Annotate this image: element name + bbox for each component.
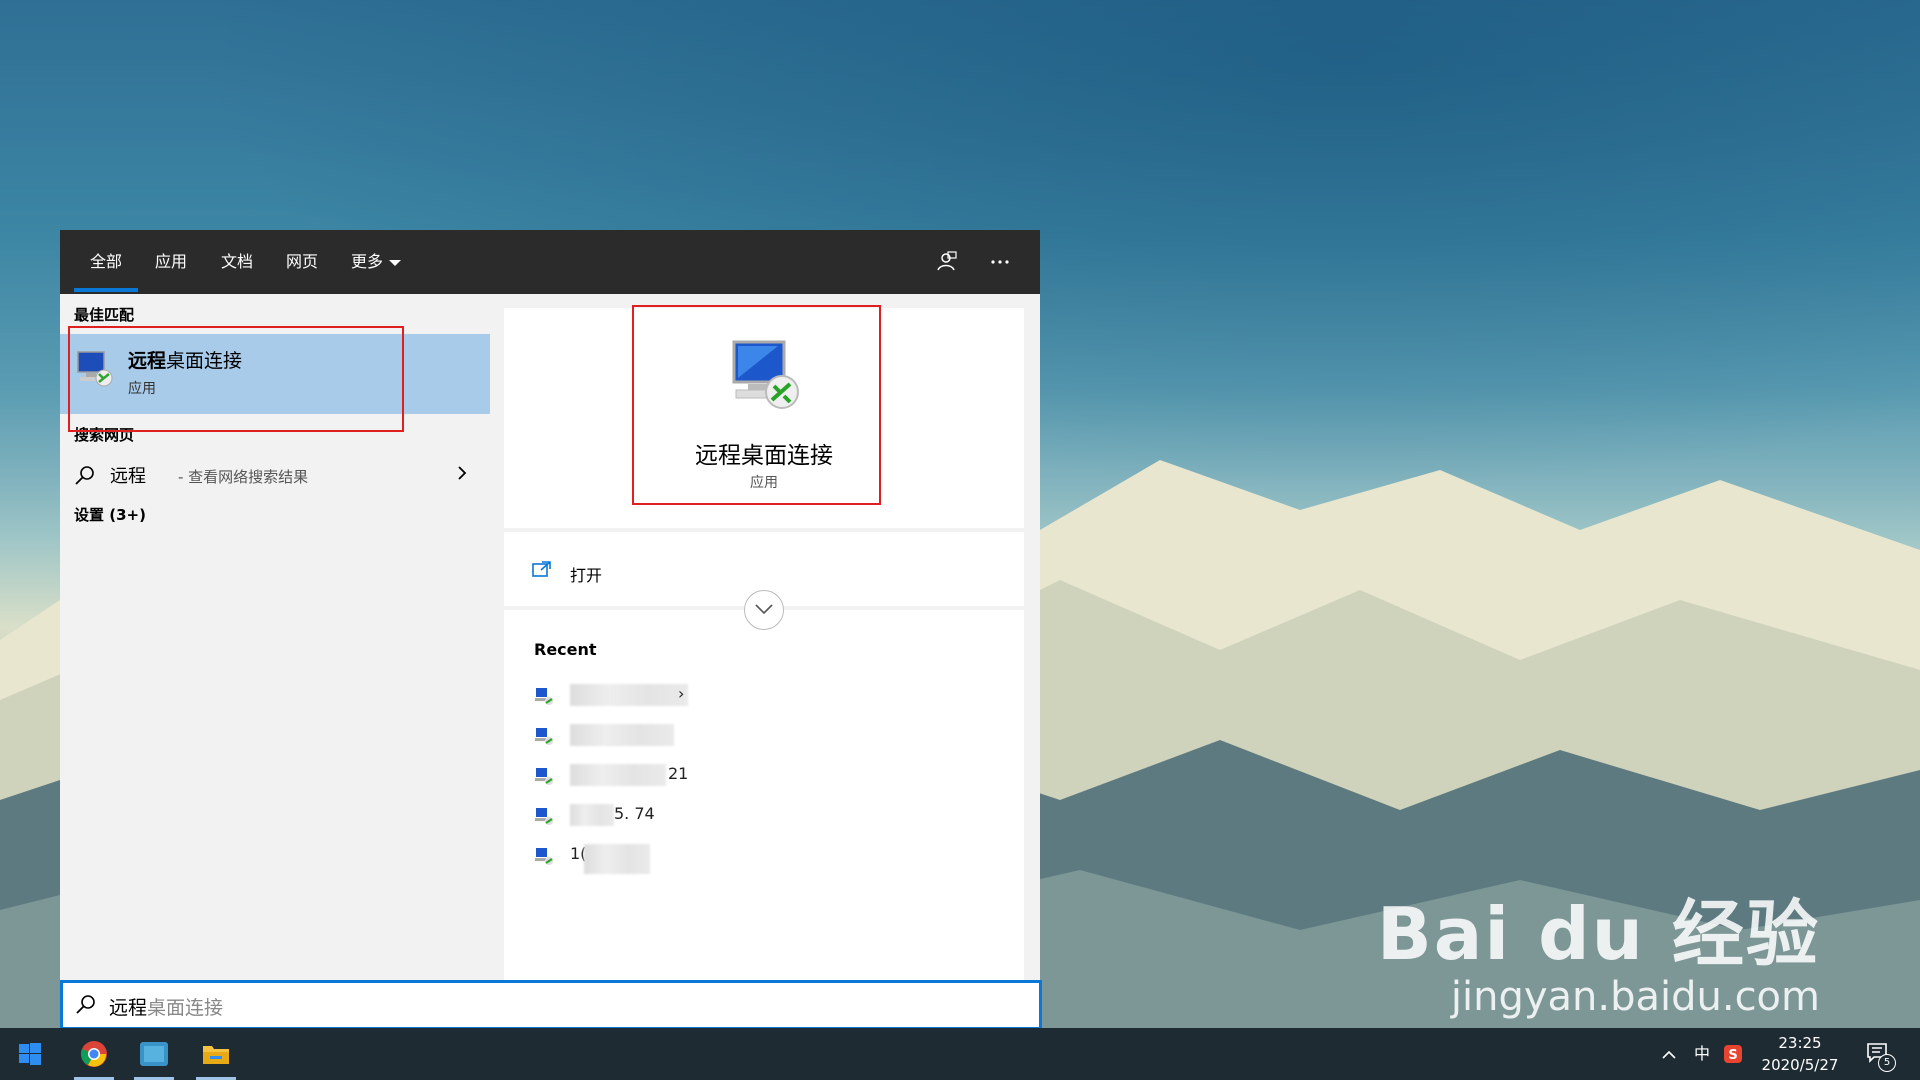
redacted-address xyxy=(570,804,614,826)
recent-header: Recent xyxy=(534,640,597,659)
sogou-input-icon[interactable]: S xyxy=(1722,1028,1744,1080)
best-match-item[interactable]: 远程桌面连接 应用 xyxy=(60,334,490,414)
remote-desktop-icon xyxy=(535,848,553,865)
tab-more[interactable]: 更多 xyxy=(351,230,402,294)
feedback-icon[interactable] xyxy=(934,250,958,274)
watermark-url: jingyan.baidu.com xyxy=(1450,974,1820,1020)
remote-desktop-icon xyxy=(535,688,553,705)
best-match-title: 远程桌面连接 xyxy=(128,350,243,372)
search-icon xyxy=(76,995,95,1014)
app-icon xyxy=(140,1042,168,1066)
recent-item-text: › xyxy=(678,684,685,703)
redacted-address xyxy=(584,844,650,874)
web-search-hint: - 查看网络搜索结果 xyxy=(178,468,309,486)
clock-date: 2020/5/27 xyxy=(1761,1056,1839,1074)
chrome-icon xyxy=(80,1041,107,1067)
taskbar-file-explorer[interactable] xyxy=(186,1028,246,1080)
tab-all[interactable]: 全部 xyxy=(73,230,139,294)
open-label: 打开 xyxy=(570,566,603,585)
open-action[interactable]: 打开 xyxy=(504,538,1024,598)
remote-desktop-icon xyxy=(732,340,799,409)
redacted-address xyxy=(570,684,688,706)
svg-text:S: S xyxy=(1728,1048,1737,1063)
app-title: 远程桌面连接 xyxy=(695,443,833,469)
folder-icon xyxy=(203,1046,229,1064)
filter-tab-bar: 全部 应用 文档 网页 更多 xyxy=(60,230,1040,294)
watermark-logo: Bai du 经验 xyxy=(1376,892,1820,976)
clock-time: 23:25 xyxy=(1778,1034,1822,1052)
search-input[interactable]: 远程桌面连接 xyxy=(60,980,1042,1030)
expand-button[interactable] xyxy=(744,590,784,630)
search-panel: 全部 应用 文档 网页 更多 最佳匹配 远程桌面连接 应用 搜索网页 远程 - … xyxy=(60,230,1040,1028)
app-subtitle: 应用 xyxy=(750,475,778,491)
tab-web[interactable]: 网页 xyxy=(286,230,318,294)
more-options-icon[interactable] xyxy=(988,250,1012,274)
chevron-down-icon xyxy=(755,604,773,615)
recent-item-text: 5. 74 xyxy=(614,804,655,823)
remote-desktop-icon xyxy=(77,351,113,387)
recent-connection[interactable] xyxy=(534,720,834,750)
recent-connection[interactable]: 1( 3 xyxy=(534,840,834,874)
remote-desktop-icon xyxy=(535,728,553,745)
clock[interactable]: 23:25 2020/5/27 xyxy=(1750,1032,1850,1076)
best-match-header: 最佳匹配 xyxy=(74,306,135,324)
recent-connection[interactable]: › xyxy=(534,680,834,710)
web-search-header: 搜索网页 xyxy=(74,426,135,444)
show-hidden-icons-chevron-icon[interactable] xyxy=(1660,1028,1678,1080)
tab-documents[interactable]: 文档 xyxy=(221,230,253,294)
remote-desktop-icon xyxy=(535,808,553,825)
notification-count-badge: 5 xyxy=(1878,1054,1896,1072)
recent-connection[interactable]: 5. 74 xyxy=(534,800,834,830)
action-center-button[interactable]: 5 xyxy=(1858,1028,1898,1080)
recent-connection[interactable]: 21 xyxy=(534,760,834,790)
results-list: 最佳匹配 远程桌面连接 应用 搜索网页 远程 - 查看网络搜索结果 设置 (3+… xyxy=(60,294,490,1028)
taskbar-app[interactable] xyxy=(124,1028,184,1080)
best-match-subtitle: 应用 xyxy=(128,381,156,397)
taskbar: 中 S 23:25 2020/5/27 5 xyxy=(0,1028,1920,1080)
start-button[interactable] xyxy=(0,1028,60,1080)
taskbar-chrome[interactable] xyxy=(64,1028,124,1080)
divider xyxy=(504,528,1024,532)
chevron-down-icon xyxy=(389,259,402,266)
web-search-result[interactable]: 远程 - 查看网络搜索结果 xyxy=(60,452,490,496)
ime-indicator[interactable]: 中 xyxy=(1690,1028,1714,1080)
open-icon xyxy=(532,561,551,577)
settings-header[interactable]: 设置 (3+) xyxy=(74,504,146,525)
web-search-query: 远程 xyxy=(110,466,146,487)
preview-pane: 远程桌面连接 应用 打开 Recent › 21 5. 74 1( xyxy=(504,308,1024,1028)
tab-apps[interactable]: 应用 xyxy=(155,230,187,294)
windows-logo-icon xyxy=(19,1043,41,1065)
redacted-address xyxy=(570,764,666,786)
remote-desktop-icon xyxy=(535,768,553,785)
baidu-watermark: Bai du 经验 jingyan.baidu.com xyxy=(1377,875,1820,1020)
search-autocomplete: 桌面连接 xyxy=(147,997,224,1019)
redacted-address xyxy=(570,724,674,746)
search-icon xyxy=(75,466,94,485)
recent-item-text: 21 xyxy=(668,764,689,783)
chevron-right-icon xyxy=(458,466,467,480)
search-query: 远程桌面连接 xyxy=(109,997,224,1019)
app-preview: 远程桌面连接 应用 xyxy=(504,308,1024,528)
